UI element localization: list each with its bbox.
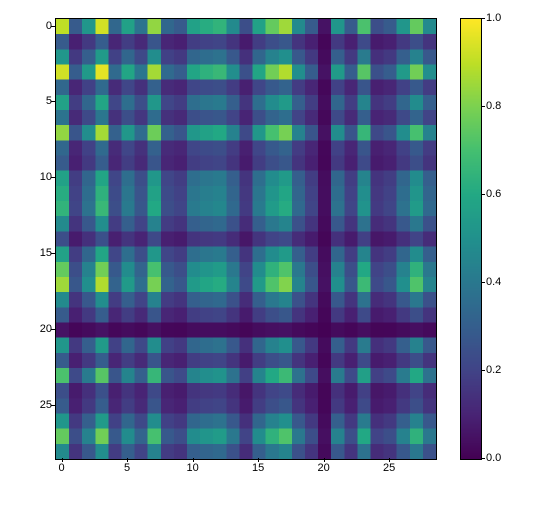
tick-label: 0.2 xyxy=(486,364,501,376)
tick-mark xyxy=(481,106,485,107)
heatmap-canvas xyxy=(56,19,436,459)
tick-label: 0.6 xyxy=(486,188,501,200)
tick-label: 0.8 xyxy=(486,100,501,112)
tick-label: 20 xyxy=(317,462,329,474)
tick-mark xyxy=(51,26,55,27)
tick-mark xyxy=(481,18,485,19)
tick-label: 15 xyxy=(252,462,264,474)
tick-label: 0 xyxy=(12,20,52,32)
tick-label: 20 xyxy=(12,323,52,335)
tick-label: 10 xyxy=(12,171,52,183)
tick-mark xyxy=(51,329,55,330)
tick-mark xyxy=(389,458,390,462)
tick-mark xyxy=(51,101,55,102)
tick-mark xyxy=(481,458,485,459)
tick-label: 0.4 xyxy=(486,276,501,288)
tick-label: 10 xyxy=(186,462,198,474)
tick-label: 15 xyxy=(12,247,52,259)
tick-label: 25 xyxy=(12,399,52,411)
tick-label: 5 xyxy=(124,462,130,474)
colorbar xyxy=(460,18,482,460)
tick-mark xyxy=(481,370,485,371)
tick-label: 0.0 xyxy=(486,452,501,464)
tick-mark xyxy=(51,405,55,406)
tick-mark xyxy=(481,282,485,283)
tick-mark xyxy=(258,458,259,462)
heatmap-plot xyxy=(55,18,437,460)
tick-label: 1.0 xyxy=(486,12,501,24)
tick-label: 5 xyxy=(12,95,52,107)
tick-mark xyxy=(51,177,55,178)
chart-container: 0 5 10 15 20 25 0 5 10 15 20 25 0.0 0.2 0.4 0.6 0.8 1.0 xyxy=(0,0,538,524)
tick-mark xyxy=(193,458,194,462)
tick-mark xyxy=(62,458,63,462)
tick-label: 25 xyxy=(383,462,395,474)
colorbar-canvas xyxy=(461,19,481,459)
tick-mark xyxy=(127,458,128,462)
tick-label: 0 xyxy=(58,462,64,474)
tick-mark xyxy=(481,194,485,195)
tick-mark xyxy=(51,253,55,254)
tick-mark xyxy=(324,458,325,462)
